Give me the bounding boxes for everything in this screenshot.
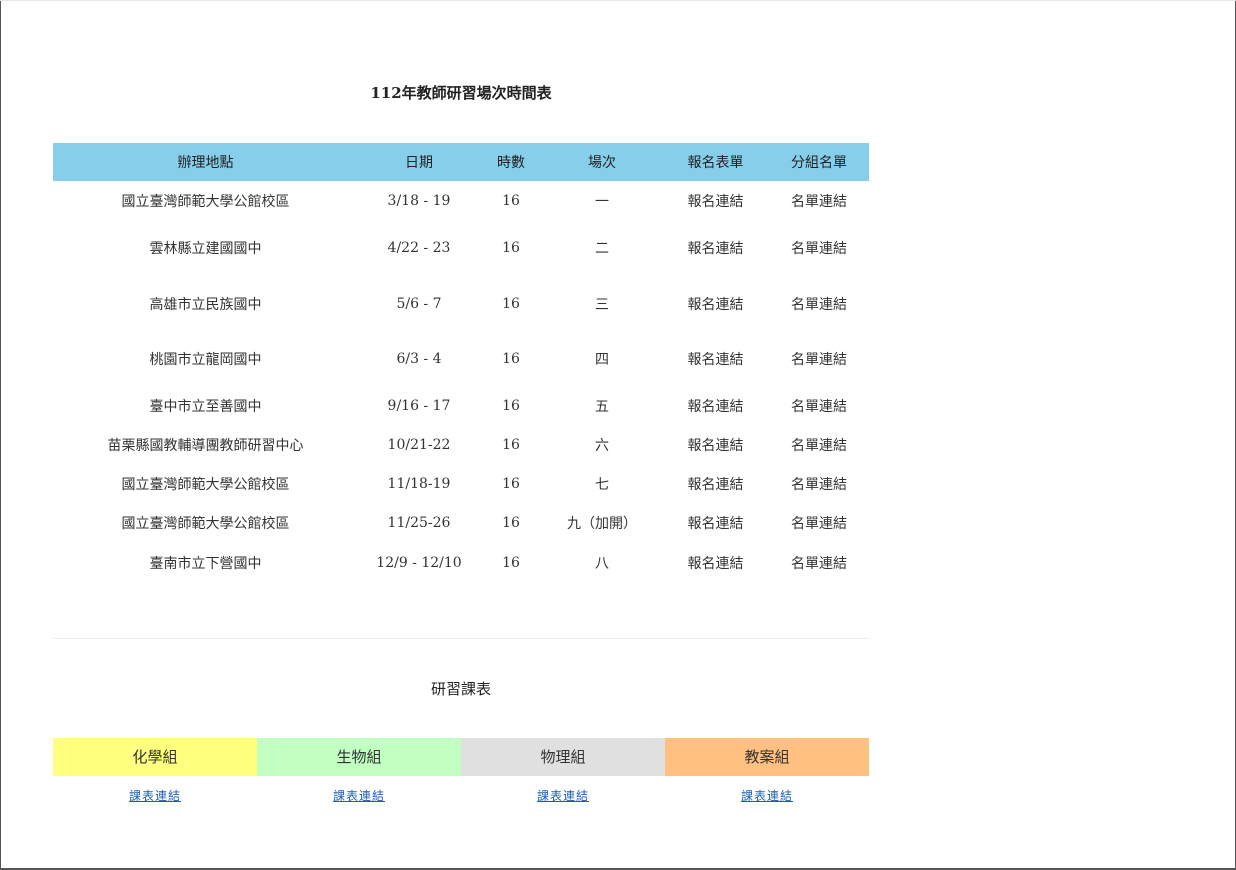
group-name: 化學組 — [53, 738, 257, 776]
group-list-link[interactable]: 名單連結 — [791, 194, 847, 210]
cell-hours: 16 — [502, 350, 520, 367]
table-row: 桃園市立龍岡國中 6/3 - 4 16 四 報名連結 名單連結 — [53, 331, 869, 386]
table-row: 臺南市立下營國中 12/9 - 12/10 16 八 報名連結 名單連結 — [53, 542, 869, 583]
header-place: 辦理地點 — [53, 143, 358, 181]
group-lesson-plan: 教案組 課表連結 — [665, 738, 869, 804]
cell-session: 一 — [595, 193, 609, 210]
cell-hours: 16 — [502, 437, 520, 453]
group-name: 教案組 — [665, 738, 869, 776]
cell-date: 5/6 - 7 — [396, 295, 442, 312]
header-registration: 報名表單 — [662, 143, 769, 181]
cell-place: 國立臺灣師範大學公館校區 — [121, 515, 290, 532]
cell-date: 4/22 - 23 — [387, 240, 451, 256]
cell-session: 八 — [595, 555, 609, 572]
table-row: 臺中市立至善國中 9/16 - 17 16 五 報名連結 名單連結 — [53, 386, 869, 426]
registration-link[interactable]: 報名連結 — [688, 241, 744, 257]
cell-place: 苗栗縣國教輔導團教師研習中心 — [107, 438, 304, 454]
cell-date: 6/3 - 4 — [396, 350, 442, 367]
cell-date: 10/21-22 — [387, 437, 451, 453]
group-list-link[interactable]: 名單連結 — [791, 241, 847, 257]
header-hours: 時數 — [480, 143, 542, 181]
course-table-link[interactable]: 課表連結 — [665, 787, 869, 804]
table-row: 國立臺灣師範大學公館校區 11/25-26 16 九（加開） 報名連結 名單連結 — [53, 503, 869, 542]
cell-hours: 16 — [502, 398, 520, 414]
cell-hours: 16 — [502, 514, 520, 531]
group-list-link[interactable]: 名單連結 — [791, 477, 847, 493]
course-section-title: 研習課表 — [430, 680, 491, 698]
course-groups: 化學組 課表連結 生物組 課表連結 物理組 課表連結 教案組 課表連結 — [53, 738, 869, 804]
group-name: 物理組 — [461, 738, 665, 776]
cell-date: 9/16 - 17 — [387, 398, 451, 414]
header-session: 場次 — [542, 143, 662, 181]
registration-link[interactable]: 報名連結 — [688, 556, 744, 572]
table-row: 國立臺灣師範大學公館校區 3/18 - 19 16 一 報名連結 名單連結 — [53, 181, 869, 220]
schedule-table: 辦理地點 日期 時數 場次 報名表單 分組名單 國立臺灣師範大學公館校區 3/1… — [53, 143, 869, 583]
schedule-header-row: 辦理地點 日期 時數 場次 報名表單 分組名單 — [53, 143, 869, 181]
table-row: 高雄市立民族國中 5/6 - 7 16 三 報名連結 名單連結 — [53, 276, 869, 331]
cell-hours: 16 — [502, 240, 520, 256]
cell-place: 雲林縣立建國國中 — [149, 241, 262, 257]
registration-link[interactable]: 報名連結 — [688, 297, 744, 313]
cell-session: 五 — [595, 399, 609, 415]
table-row: 雲林縣立建國國中 4/22 - 23 16 二 報名連結 名單連結 — [53, 220, 869, 276]
cell-session: 四 — [595, 351, 609, 368]
registration-link[interactable]: 報名連結 — [688, 438, 744, 454]
cell-session: 六 — [595, 438, 609, 454]
cell-date: 11/18-19 — [387, 475, 451, 492]
cell-place: 臺中市立至善國中 — [149, 399, 262, 415]
registration-link[interactable]: 報名連結 — [688, 477, 744, 493]
cell-place: 臺南市立下營國中 — [149, 555, 262, 572]
course-table-link[interactable]: 課表連結 — [461, 787, 665, 804]
header-date: 日期 — [358, 143, 480, 181]
cell-place: 國立臺灣師範大學公館校區 — [121, 193, 290, 210]
cell-hours: 16 — [502, 192, 520, 209]
group-biology: 生物組 課表連結 — [257, 738, 461, 804]
table-row: 國立臺灣師範大學公館校區 11/18-19 16 七 報名連結 名單連結 — [53, 464, 869, 503]
header-group-list: 分組名單 — [769, 143, 869, 181]
group-name: 生物組 — [257, 738, 461, 776]
group-list-link[interactable]: 名單連結 — [791, 352, 847, 368]
cell-session: 三 — [595, 296, 609, 313]
cell-place: 高雄市立民族國中 — [149, 296, 262, 313]
course-table-link[interactable]: 課表連結 — [257, 787, 461, 804]
cell-hours: 16 — [502, 475, 520, 492]
group-list-link[interactable]: 名單連結 — [791, 556, 847, 572]
cell-date: 12/9 - 12/10 — [376, 554, 462, 571]
top-divider — [0, 0, 1236, 1]
course-table-link[interactable]: 課表連結 — [53, 787, 257, 804]
group-chemistry: 化學組 課表連結 — [53, 738, 257, 804]
registration-link[interactable]: 報名連結 — [688, 399, 744, 415]
cell-session: 九（加開） — [567, 515, 637, 532]
group-list-link[interactable]: 名單連結 — [791, 516, 847, 532]
group-list-link[interactable]: 名單連結 — [791, 399, 847, 415]
section-divider — [53, 638, 869, 639]
table-row: 苗栗縣國教輔導團教師研習中心 10/21-22 16 六 報名連結 名單連結 — [53, 426, 869, 464]
cell-hours: 16 — [502, 295, 520, 312]
cell-hours: 16 — [502, 554, 520, 571]
cell-place: 桃園市立龍岡國中 — [149, 351, 262, 368]
registration-link[interactable]: 報名連結 — [688, 352, 744, 368]
registration-link[interactable]: 報名連結 — [688, 516, 744, 532]
cell-date: 3/18 - 19 — [387, 192, 451, 209]
cell-session: 二 — [595, 241, 609, 257]
page-title: 112年教師研習場次時間表 — [370, 84, 552, 102]
registration-link[interactable]: 報名連結 — [688, 194, 744, 210]
cell-place: 國立臺灣師範大學公館校區 — [121, 476, 290, 493]
cell-date: 11/25-26 — [387, 514, 451, 531]
group-list-link[interactable]: 名單連結 — [791, 438, 847, 454]
group-physics: 物理組 課表連結 — [461, 738, 665, 804]
cell-session: 七 — [595, 476, 609, 493]
group-list-link[interactable]: 名單連結 — [791, 297, 847, 313]
